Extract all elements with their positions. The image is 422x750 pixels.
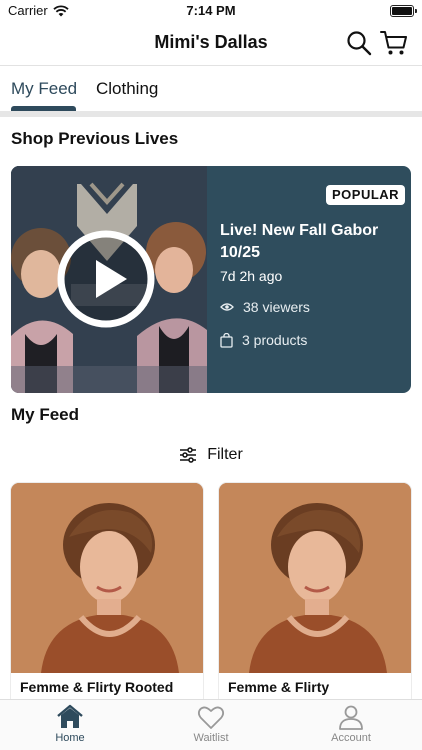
shopping-bag-icon bbox=[220, 332, 233, 348]
product-card[interactable]: Femme & Flirty Rooted bbox=[11, 483, 203, 713]
tab-my-feed[interactable]: My Feed bbox=[11, 79, 77, 99]
section-title-my-feed: My Feed bbox=[11, 405, 80, 424]
live-show-card[interactable]: POPULAR Live! New Fall Gabor 10/25 7d 2h… bbox=[11, 166, 411, 393]
status-time: 7:14 PM bbox=[186, 3, 236, 18]
viewers-label: 38 viewers bbox=[243, 299, 310, 315]
tab-account[interactable]: Account bbox=[306, 704, 396, 744]
eye-icon bbox=[220, 303, 234, 311]
live-show-age: 7d 2h ago bbox=[220, 268, 283, 284]
tabs-divider bbox=[0, 111, 422, 117]
live-show-info: Live! New Fall Gabor 10/25 7d 2h ago bbox=[220, 220, 400, 284]
tab-home-label: Home bbox=[55, 732, 85, 744]
feed-tabs: My Feed Clothing bbox=[0, 66, 422, 112]
play-icon[interactable] bbox=[56, 229, 156, 329]
heart-icon bbox=[197, 706, 225, 729]
tab-clothing[interactable]: Clothing bbox=[96, 79, 158, 99]
product-card[interactable]: Femme & Flirty bbox=[219, 483, 411, 713]
live-show-title: Live! New Fall Gabor 10/25 bbox=[220, 222, 379, 261]
sliders-icon bbox=[180, 447, 197, 463]
filter-button[interactable]: Filter bbox=[0, 443, 422, 467]
product-image bbox=[11, 483, 203, 673]
product-image bbox=[219, 483, 411, 673]
nav-bar: Mimi's Dallas bbox=[0, 22, 422, 66]
product-name: Femme & Flirty Rooted bbox=[20, 679, 174, 695]
viewers-count: 38 viewers bbox=[220, 299, 310, 315]
products-count: 3 products bbox=[220, 332, 307, 348]
person-icon bbox=[339, 705, 363, 730]
section-title-previous-lives: Shop Previous Lives bbox=[11, 129, 179, 148]
tab-waitlist-label: Waitlist bbox=[193, 732, 229, 744]
battery-icon bbox=[390, 5, 417, 17]
bottom-tab-bar: Home Waitlist Account bbox=[0, 699, 422, 750]
cart-icon[interactable] bbox=[380, 29, 408, 57]
home-icon bbox=[57, 704, 83, 728]
status-bar: Carrier 7:14 PM bbox=[0, 0, 422, 22]
live-show-thumbnail bbox=[11, 166, 207, 393]
filter-label: Filter bbox=[207, 446, 243, 463]
products-label: 3 products bbox=[242, 332, 308, 348]
tab-home[interactable]: Home bbox=[25, 704, 115, 744]
tab-account-label: Account bbox=[331, 732, 371, 744]
tab-waitlist[interactable]: Waitlist bbox=[166, 704, 256, 744]
search-icon[interactable] bbox=[346, 30, 372, 56]
popular-badge: POPULAR bbox=[326, 185, 406, 205]
product-name: Femme & Flirty bbox=[228, 679, 330, 695]
